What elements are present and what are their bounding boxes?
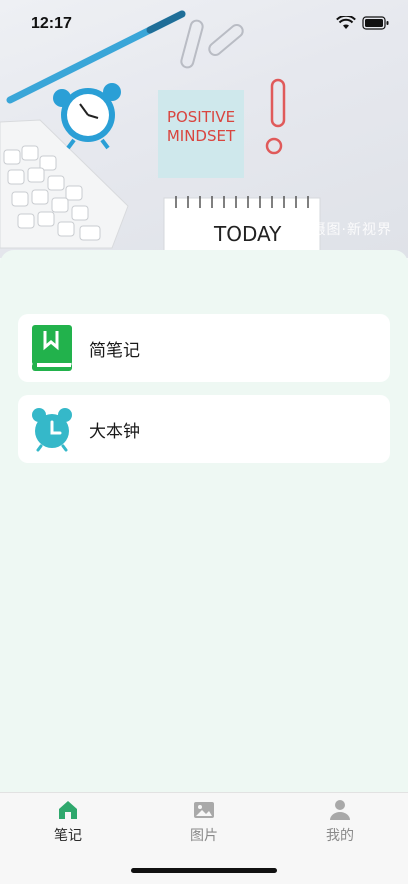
home-indicator[interactable] (131, 868, 277, 873)
watermark-text: 摄图·新视界 (311, 222, 392, 238)
red-paperclip-illustration (265, 78, 286, 155)
teal-alarm-clock-icon (31, 406, 73, 452)
hero-banner-image: POSITIVE MINDSET TODAY 摄图·新视界 12:17 (0, 0, 408, 258)
card-big-ben[interactable]: 大本钟 (18, 395, 390, 463)
card-simple-notes[interactable]: 简笔记 (18, 314, 390, 382)
status-time: 12:17 (31, 15, 72, 32)
home-icon (59, 801, 77, 819)
card-big-ben-label: 大本钟 (89, 421, 140, 442)
tab-notes-label: 笔记 (54, 828, 82, 844)
tab-images[interactable]: 图片 (136, 799, 272, 845)
keyboard-illustration (0, 119, 129, 249)
status-icons (336, 16, 390, 30)
sticky-note-text-line2: MINDSET (166, 127, 236, 145)
card-simple-notes-label: 简笔记 (89, 340, 140, 361)
image-icon (194, 802, 214, 818)
paperclips-illustration (180, 19, 244, 69)
tab-notes[interactable]: 笔记 (0, 799, 136, 845)
tab-images-label: 图片 (190, 828, 218, 844)
notepad-text: TODAY (214, 222, 282, 246)
alarm-clock-illustration (53, 83, 121, 150)
main-panel: 简笔记 大本钟 (0, 250, 408, 792)
sticky-note-text-line1: POSITIVE (166, 108, 236, 126)
tab-mine-label: 我的 (326, 828, 354, 844)
user-icon (330, 800, 350, 820)
tab-mine[interactable]: 我的 (272, 799, 408, 845)
battery-icon (362, 16, 389, 30)
wifi-icon (336, 16, 356, 29)
green-bookmark-book-icon (31, 325, 73, 371)
